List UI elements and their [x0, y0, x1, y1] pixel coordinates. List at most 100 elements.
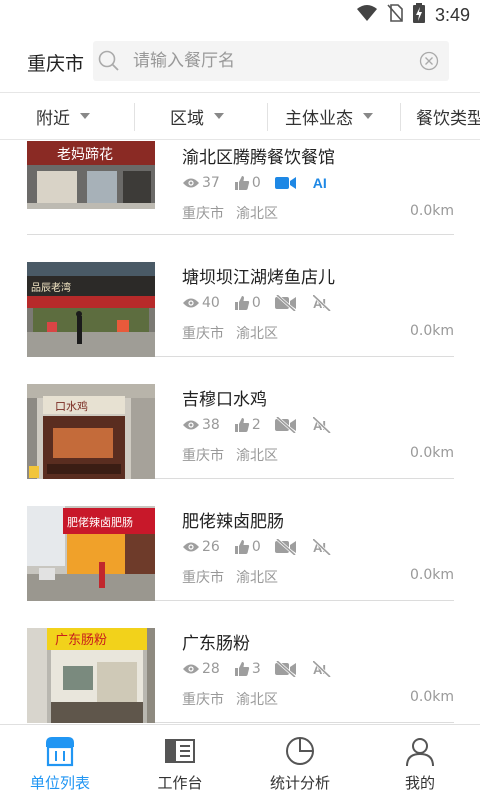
divider [134, 103, 135, 131]
thumbs-up-icon [234, 418, 249, 432]
thumbs-up-icon [234, 662, 249, 676]
filter-catering-type[interactable]: 餐饮类型 [416, 93, 480, 139]
likes-stat: 0 [234, 539, 261, 555]
likes-count: 0 [251, 295, 261, 311]
views-count: 38 [202, 417, 220, 433]
ai-off-icon: AI [312, 661, 333, 677]
district-text: 渝北区 [236, 448, 278, 464]
caret-down-icon [214, 113, 224, 119]
tab-mine[interactable]: 我的 [360, 725, 480, 801]
status-time: 3:49 [434, 4, 470, 25]
wifi-icon [356, 4, 377, 26]
photo-sign-text: 品辰老湾 [31, 281, 71, 294]
likes-count: 0 [251, 539, 261, 555]
video-camera-icon [274, 176, 299, 190]
photo-sign-text: 老妈蹄花 [57, 146, 113, 163]
list-item[interactable]: 品辰老湾 塘坝坝江湖烤鱼店儿 40 0 AI 重庆市 渝北区 0.0km [27, 236, 454, 357]
tab-workbench[interactable]: 工作台 [120, 725, 240, 801]
distance-text: 0.0km [409, 689, 454, 705]
stats-row: 26 0 AI [182, 537, 347, 557]
restaurant-photo: 口水鸡 [27, 384, 155, 479]
city-text: 重庆市 [182, 570, 224, 586]
pie-chart-icon [286, 737, 314, 765]
video-off-icon [274, 661, 299, 677]
photo-sign-text: 广东肠粉 [55, 633, 107, 648]
divider [267, 103, 268, 131]
video-off-icon [274, 539, 299, 555]
distance-text: 0.0km [409, 445, 454, 461]
restaurant-name: 肥佬辣卤肥肠 [182, 512, 284, 532]
distance-text: 0.0km [409, 323, 454, 339]
tab-label: 统计分析 [269, 774, 330, 792]
status-bar: 3:49 [0, 0, 480, 30]
likes-stat: 0 [234, 175, 261, 191]
video-off-icon [274, 417, 299, 433]
search-input[interactable] [133, 47, 403, 75]
eye-icon [183, 298, 199, 308]
views-count: 40 [202, 295, 220, 311]
location-meta: 重庆市 渝北区 [182, 203, 278, 223]
stats-row: 37 0 AI [182, 173, 341, 193]
battery-charging-icon [412, 3, 425, 27]
thumbs-up-icon [234, 296, 249, 310]
search-box[interactable] [93, 41, 449, 81]
restaurant-photo: 品辰老湾 [27, 262, 155, 357]
list-item[interactable]: 广东肠粉 广东肠粉 28 3 AI 重庆市 渝北区 0.0km [27, 602, 454, 723]
eye-icon [183, 178, 199, 188]
list-item[interactable]: 口水鸡 吉穆口水鸡 38 2 AI 重庆市 渝北区 0.0km [27, 358, 454, 479]
location-meta: 重庆市 渝北区 [182, 689, 278, 709]
user-icon [406, 738, 434, 767]
distance-text: 0.0km [409, 203, 454, 219]
ai-badge: AI [312, 175, 327, 191]
district-text: 渝北区 [236, 570, 278, 586]
district-text: 渝北区 [236, 326, 278, 342]
ai-off-icon: AI [312, 539, 333, 555]
filter-label: 主体业态 [285, 108, 353, 129]
location-meta: 重庆市 渝北区 [182, 445, 278, 465]
list-item[interactable]: 肥佬辣卤肥肠 肥佬辣卤肥肠 26 0 AI 重庆市 渝北区 0.0km [27, 480, 454, 601]
likes-stat: 0 [234, 295, 261, 311]
city-text: 重庆市 [182, 448, 224, 464]
restaurant-photo: 肥佬辣卤肥肠 [27, 506, 155, 601]
filter-area[interactable]: 区域 [170, 93, 224, 139]
filter-nearby[interactable]: 附近 [36, 93, 90, 139]
distance-text: 0.0km [409, 567, 454, 583]
eye-icon [183, 664, 199, 674]
views-count: 37 [202, 175, 220, 191]
views-stat: 37 [182, 175, 220, 191]
eye-icon [183, 420, 199, 430]
divider [400, 103, 401, 131]
views-count: 26 [202, 539, 220, 555]
likes-stat: 3 [234, 661, 261, 677]
clear-icon[interactable] [419, 51, 439, 71]
bottom-tab-bar: 单位列表 工作台 统计分析 我的 [0, 724, 480, 800]
filter-bar: 附近 区域 主体业态 餐饮类型 [0, 92, 480, 140]
filter-label: 附近 [36, 108, 70, 129]
city-selector[interactable]: 重庆市 [27, 49, 84, 76]
stats-row: 38 2 AI [182, 415, 347, 435]
location-meta: 重庆市 渝北区 [182, 567, 278, 587]
store-icon [46, 737, 74, 767]
likes-count: 0 [251, 175, 261, 191]
search-row: 重庆市 [0, 30, 480, 92]
tab-label: 我的 [404, 774, 435, 792]
list-item[interactable]: 老妈蹄花 渝北区腾腾餐饮餐馆 37 0 AI 重庆市 渝北区 0.0km [27, 141, 454, 235]
restaurant-photo: 广东肠粉 [27, 628, 155, 723]
filter-business-type[interactable]: 主体业态 [285, 93, 373, 139]
likes-stat: 2 [234, 417, 261, 433]
views-stat: 40 [182, 295, 220, 311]
tab-statistics[interactable]: 统计分析 [240, 725, 360, 801]
city-text: 重庆市 [182, 692, 224, 708]
ai-off-icon: AI [312, 417, 333, 433]
stats-row: 28 3 AI [182, 659, 347, 679]
caret-down-icon [80, 113, 90, 119]
views-stat: 26 [182, 539, 220, 555]
likes-count: 2 [251, 417, 261, 433]
tab-unit-list[interactable]: 单位列表 [0, 725, 120, 801]
city-text: 重庆市 [182, 206, 224, 222]
restaurant-photo: 老妈蹄花 [27, 141, 155, 209]
restaurant-name: 渝北区腾腾餐饮餐馆 [182, 148, 335, 168]
restaurant-name: 广东肠粉 [182, 634, 250, 654]
ai-off-icon: AI [312, 295, 333, 311]
tab-label: 单位列表 [29, 774, 90, 792]
